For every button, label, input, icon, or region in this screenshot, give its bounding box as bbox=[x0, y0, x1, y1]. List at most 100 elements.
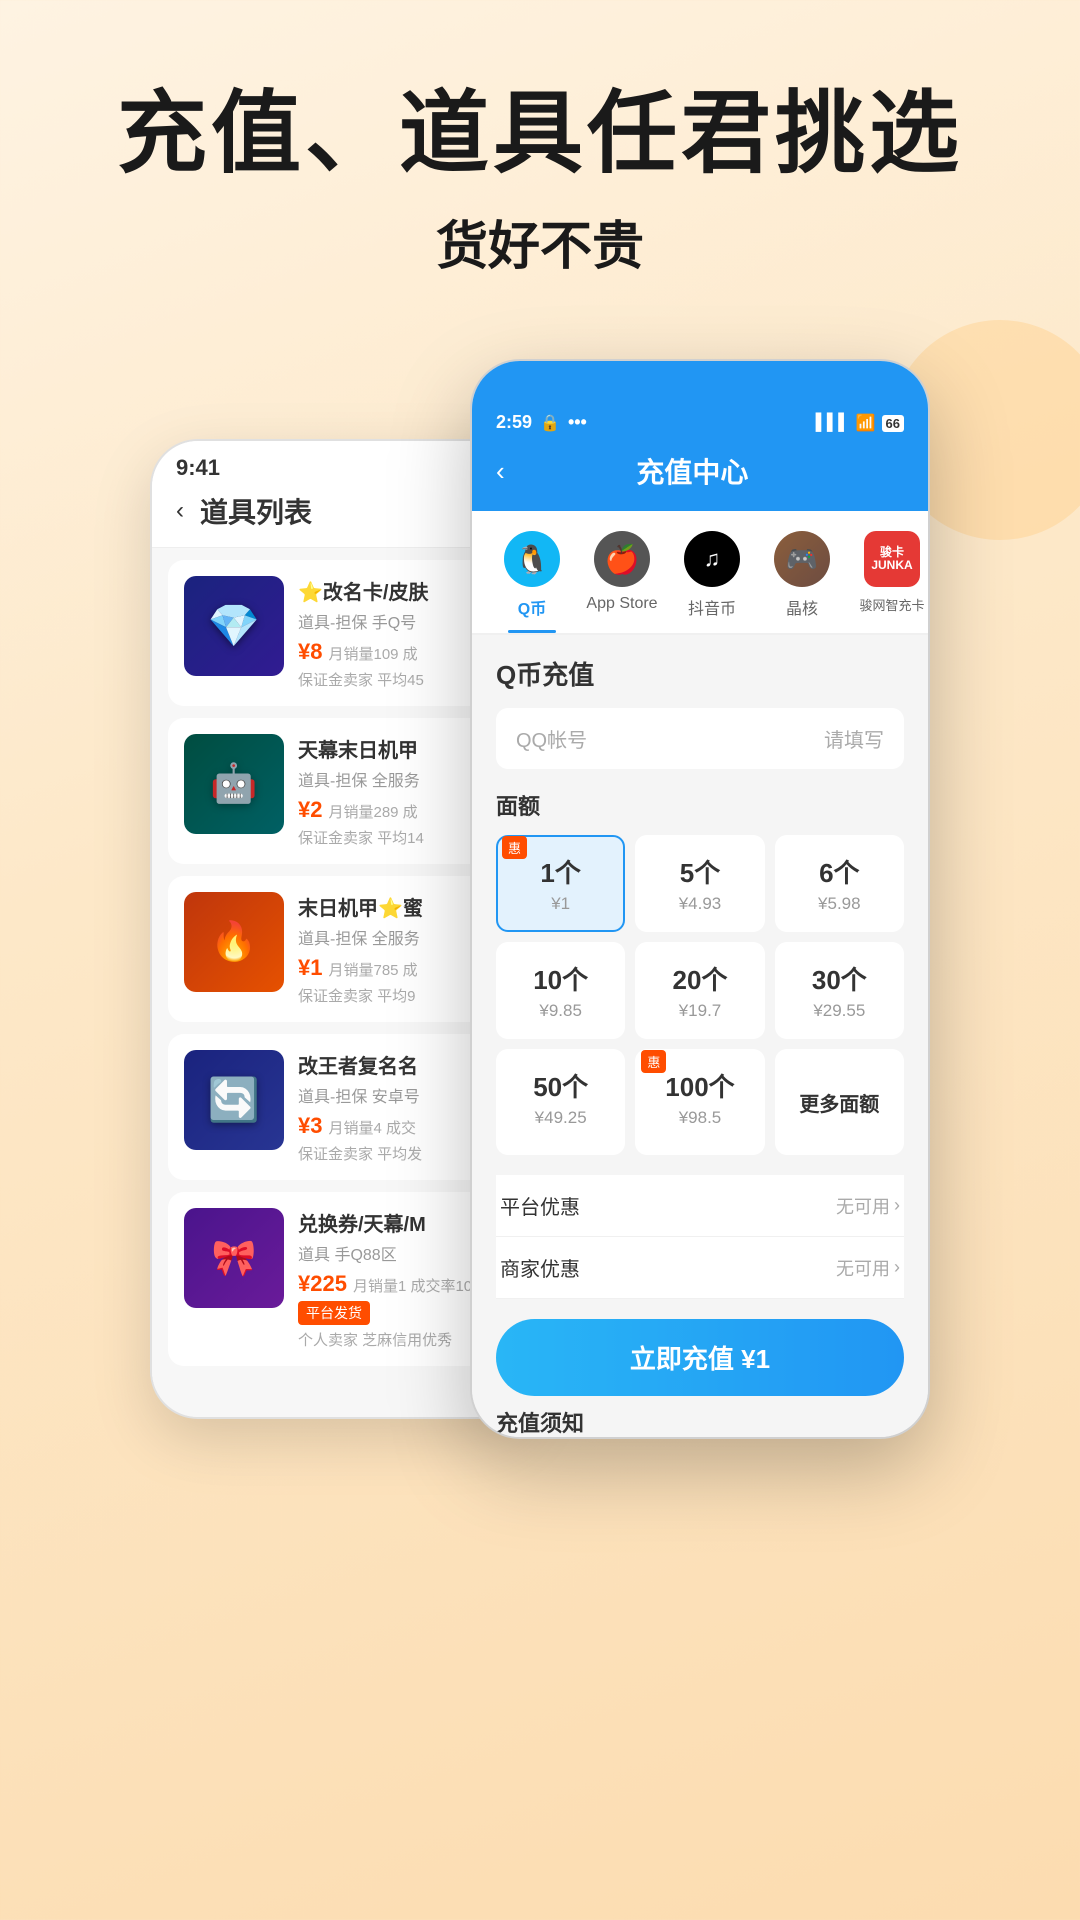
item-thumb-4: 🔄 bbox=[184, 1050, 284, 1150]
platform-discount-row[interactable]: 平台优惠 无可用 › bbox=[496, 1175, 904, 1237]
item-price-4: ¥3 bbox=[298, 1113, 322, 1138]
back-arrow-left[interactable]: ‹ bbox=[176, 497, 184, 525]
tab-jingheng[interactable]: 🎮 晶核 bbox=[762, 531, 842, 633]
item-name-2: 天幕末日机甲 bbox=[298, 734, 496, 763]
item-thumb-3: 🔥 bbox=[184, 892, 284, 992]
denom-amount-2: 5个 bbox=[649, 853, 750, 890]
denomination-grid: 惠 1个 ¥1 5个 ¥4.93 6个 ¥5.98 10个 ¥9.85 bbox=[496, 835, 904, 1155]
account-input-row[interactable]: QQ帐号 请填写 bbox=[496, 708, 904, 769]
item-desc-3: 道具-担保 全服务 bbox=[298, 925, 496, 949]
phone-right-title: 充值中心 bbox=[521, 451, 864, 491]
item-info-2: 天幕末日机甲 道具-担保 全服务 ¥2月销量289 成 保证金卖家 平均14 bbox=[298, 734, 496, 848]
phone-right: 2:59 🔒 ••• ▌▌▌ 📶 66 ‹ 充值中心 🐧 Q币 bbox=[470, 359, 930, 1439]
status-time-right: 2:59 🔒 ••• bbox=[496, 412, 587, 433]
denom-amount-7: 50个 bbox=[510, 1067, 611, 1104]
tab-label-appstore: App Store bbox=[586, 595, 657, 613]
tab-label-junka: 骏网智充卡 bbox=[859, 595, 924, 614]
item-name-3: 末日机甲⭐蜜 bbox=[298, 892, 496, 921]
denom-cell-6[interactable]: 30个 ¥29.55 bbox=[775, 942, 904, 1039]
denomination-title: 面额 bbox=[496, 789, 904, 821]
denom-badge-8: 惠 bbox=[641, 1050, 666, 1073]
phone-right-body: Q币充值 QQ帐号 请填写 面额 惠 1个 ¥1 5个 ¥4.93 bbox=[472, 635, 928, 1439]
denom-cell-3[interactable]: 6个 ¥5.98 bbox=[775, 835, 904, 932]
item-info-3: 末日机甲⭐蜜 道具-担保 全服务 ¥1 月销量785 成 保证金卖家 平均9 bbox=[298, 892, 496, 1006]
account-label: QQ帐号 bbox=[516, 724, 587, 753]
list-item[interactable]: 💎 ⭐改名卡/皮肤 道具-担保 手Q号 ¥8月销量109 成 保证金卖家 平均4… bbox=[168, 560, 512, 706]
hero-section: 充值、道具任君挑选 货好不贵 bbox=[0, 0, 1080, 319]
tab-icon-junka: 骏卡JUNKA bbox=[864, 531, 920, 587]
item-sales-3: 月销量785 成 bbox=[328, 962, 417, 979]
item-image-3: 🔥 bbox=[210, 920, 257, 964]
denom-cell-1[interactable]: 惠 1个 ¥1 bbox=[496, 835, 625, 932]
item-info-1: ⭐改名卡/皮肤 道具-担保 手Q号 ¥8月销量109 成 保证金卖家 平均45 bbox=[298, 576, 496, 690]
tab-icon-qq: 🐧 bbox=[504, 531, 560, 587]
list-item[interactable]: 🎀 兑换券/天幕/M 道具 手Q88区 ¥225月销量1 成交率100% 平台发… bbox=[168, 1192, 512, 1366]
tab-douyin[interactable]: ♫ 抖音币 bbox=[672, 531, 752, 633]
denom-cell-8[interactable]: 惠 100个 ¥98.5 bbox=[635, 1049, 764, 1155]
tab-icon-tiktok: ♫ bbox=[684, 531, 740, 587]
denom-price-6: ¥29.55 bbox=[789, 1001, 890, 1021]
merchant-discount-value: 无可用 › bbox=[836, 1255, 900, 1281]
item-price-1: ¥8 bbox=[298, 639, 322, 664]
tab-label-douyin: 抖音币 bbox=[688, 595, 736, 619]
tab-appstore[interactable]: 🍎 App Store bbox=[582, 531, 662, 633]
merchant-discount-row[interactable]: 商家优惠 无可用 › bbox=[496, 1237, 904, 1299]
battery-icon: 66 bbox=[882, 415, 904, 432]
phones-container: 9:41 ‹ 道具列表 💎 ⭐改名卡/皮肤 道具-担保 手Q号 ¥8 月销量109… bbox=[0, 319, 1080, 1499]
hero-title: 充值、道具任君挑选 bbox=[60, 80, 1020, 188]
item-desc-4: 道具-担保 安卓号 bbox=[298, 1083, 496, 1107]
denom-cell-4[interactable]: 10个 ¥9.85 bbox=[496, 942, 625, 1039]
denom-price-7: ¥49.25 bbox=[510, 1108, 611, 1128]
back-arrow-right[interactable]: ‹ bbox=[496, 456, 505, 487]
tab-junka[interactable]: 骏卡JUNKA 骏网智充卡 bbox=[852, 531, 928, 633]
denom-cell-5[interactable]: 20个 ¥19.7 bbox=[635, 942, 764, 1039]
recharge-title: Q币充值 bbox=[496, 655, 904, 692]
item-image-4: 🔄 bbox=[208, 1076, 260, 1125]
denom-price-4: ¥9.85 bbox=[510, 1001, 611, 1021]
denom-amount-4: 10个 bbox=[510, 960, 611, 997]
tab-qq[interactable]: 🐧 Q币 bbox=[492, 531, 572, 633]
platform-discount-label: 平台优惠 bbox=[500, 1191, 580, 1220]
item-image-1: 💎 bbox=[208, 602, 260, 651]
item-name-1: ⭐改名卡/皮肤 bbox=[298, 576, 496, 605]
denom-cell-more[interactable]: 更多面额 bbox=[775, 1049, 904, 1155]
item-guarantee-3: 保证金卖家 平均9 bbox=[298, 985, 496, 1006]
phone-left-title: 道具列表 bbox=[200, 491, 312, 531]
tab-icon-game: 🎮 bbox=[774, 531, 830, 587]
item-info-4: 改王者复名名 道具-担保 安卓号 ¥3月销量4 成交 保证金卖家 平均发 bbox=[298, 1050, 496, 1164]
phone-right-statusbar: 2:59 🔒 ••• ▌▌▌ 📶 66 bbox=[472, 361, 928, 441]
item-price-3: ¥1 bbox=[298, 955, 322, 980]
item-name-5: 兑换券/天幕/M bbox=[298, 1208, 496, 1237]
confirm-recharge-button[interactable]: 立即充值 ¥1 bbox=[496, 1319, 904, 1396]
denom-amount-5: 20个 bbox=[649, 960, 750, 997]
item-desc-1: 道具-担保 手Q号 bbox=[298, 609, 496, 633]
list-item[interactable]: 🔄 改王者复名名 道具-担保 安卓号 ¥3月销量4 成交 保证金卖家 平均发 bbox=[168, 1034, 512, 1180]
status-time-left: 9:41 bbox=[176, 455, 220, 481]
lock-icon: 🔒 bbox=[540, 413, 560, 433]
phone-right-header: ‹ 充值中心 bbox=[472, 441, 928, 511]
denom-price-3: ¥5.98 bbox=[789, 894, 890, 914]
item-sales-1: 月销量109 成 bbox=[328, 646, 417, 663]
denom-amount-8: 100个 bbox=[649, 1067, 750, 1104]
list-item[interactable]: 🤖 天幕末日机甲 道具-担保 全服务 ¥2月销量289 成 保证金卖家 平均14 bbox=[168, 718, 512, 864]
list-item[interactable]: 🔥 末日机甲⭐蜜 道具-担保 全服务 ¥1 月销量785 成 保证金卖家 平均9 bbox=[168, 876, 512, 1022]
tab-label-qq: Q币 bbox=[518, 595, 546, 619]
hero-subtitle: 货好不贵 bbox=[60, 204, 1020, 279]
denom-cell-7[interactable]: 50个 ¥49.25 bbox=[496, 1049, 625, 1155]
account-placeholder: 请填写 bbox=[824, 724, 884, 753]
platform-discount-value: 无可用 › bbox=[836, 1193, 900, 1219]
item-guarantee-4: 保证金卖家 平均发 bbox=[298, 1143, 496, 1164]
denom-price-8: ¥98.5 bbox=[649, 1108, 750, 1128]
merchant-discount-label: 商家优惠 bbox=[500, 1253, 580, 1282]
tab-icon-apple: 🍎 bbox=[594, 531, 650, 587]
item-thumb-5: 🎀 bbox=[184, 1208, 284, 1308]
item-desc-2: 道具-担保 全服务 bbox=[298, 767, 496, 791]
item-image-2: 🤖 bbox=[210, 762, 257, 806]
tabs-row: 🐧 Q币 🍎 App Store ♫ 抖音币 🎮 bbox=[472, 511, 928, 635]
item-guarantee-5: 个人卖家 芝麻信用优秀 bbox=[298, 1329, 496, 1350]
item-thumb-1: 💎 bbox=[184, 576, 284, 676]
status-dots: ••• bbox=[568, 412, 587, 433]
signal-icon: ▌▌▌ bbox=[816, 414, 850, 432]
item-desc-5: 道具 手Q88区 bbox=[298, 1241, 496, 1265]
denom-cell-2[interactable]: 5个 ¥4.93 bbox=[635, 835, 764, 932]
